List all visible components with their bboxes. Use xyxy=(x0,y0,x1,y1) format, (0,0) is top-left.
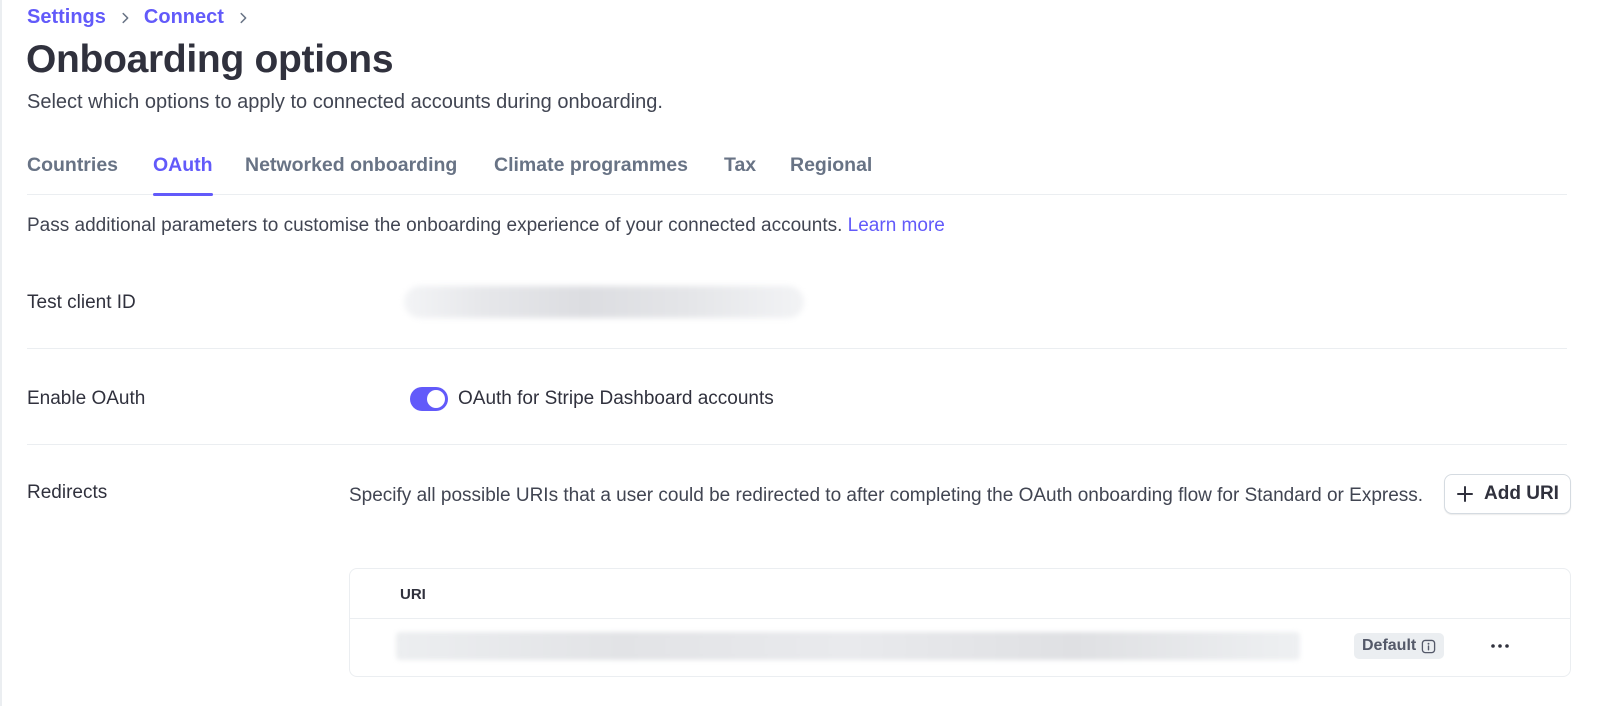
page-title: Onboarding options xyxy=(26,38,394,81)
test-client-id-value xyxy=(404,286,804,318)
enable-oauth-label: Enable OAuth xyxy=(27,388,146,409)
plus-icon xyxy=(1456,485,1474,503)
divider xyxy=(27,444,1567,445)
tab-networked-onboarding[interactable]: Networked onboarding xyxy=(245,154,457,195)
test-client-id-label: Test client ID xyxy=(27,292,136,313)
uri-column-header: URI xyxy=(400,586,426,603)
page-subtitle: Select which options to apply to connect… xyxy=(27,91,663,113)
more-horizontal-icon[interactable] xyxy=(1482,633,1518,659)
table-row: Default xyxy=(350,619,1570,677)
chevron-right-icon xyxy=(118,11,132,25)
oauth-toggle[interactable] xyxy=(410,387,448,411)
breadcrumb-connect[interactable]: Connect xyxy=(144,6,224,29)
info-icon[interactable] xyxy=(1421,639,1436,654)
learn-more-link[interactable]: Learn more xyxy=(848,215,945,236)
tab-bar: Countries OAuth Networked onboarding Cli… xyxy=(27,152,1567,196)
tab-oauth[interactable]: OAuth xyxy=(153,154,213,196)
redirects-label: Redirects xyxy=(27,482,108,503)
oauth-intro: Pass additional parameters to customise … xyxy=(27,215,945,237)
tab-regional[interactable]: Regional xyxy=(790,154,872,195)
badge-label: Default xyxy=(1362,637,1417,654)
tab-countries[interactable]: Countries xyxy=(27,154,118,195)
breadcrumb: Settings Connect xyxy=(27,6,262,29)
page-left-border xyxy=(0,0,2,706)
redirects-description: Specify all possible URIs that a user co… xyxy=(349,485,1424,506)
tab-climate-programmes[interactable]: Climate programmes xyxy=(494,154,688,195)
toggle-knob xyxy=(427,390,445,408)
uri-table-header: URI xyxy=(350,569,1570,619)
divider xyxy=(27,348,1567,349)
uri-table: URI Default xyxy=(349,568,1571,677)
tab-tax[interactable]: Tax xyxy=(724,154,756,195)
breadcrumb-settings[interactable]: Settings xyxy=(27,6,106,29)
intro-text: Pass additional parameters to customise … xyxy=(27,215,843,236)
add-uri-label: Add URI xyxy=(1484,483,1559,504)
oauth-toggle-label: OAuth for Stripe Dashboard accounts xyxy=(458,388,774,409)
add-uri-button[interactable]: Add URI xyxy=(1444,474,1571,514)
default-badge: Default xyxy=(1354,633,1445,659)
chevron-right-icon xyxy=(236,11,250,25)
uri-value xyxy=(396,632,1300,660)
